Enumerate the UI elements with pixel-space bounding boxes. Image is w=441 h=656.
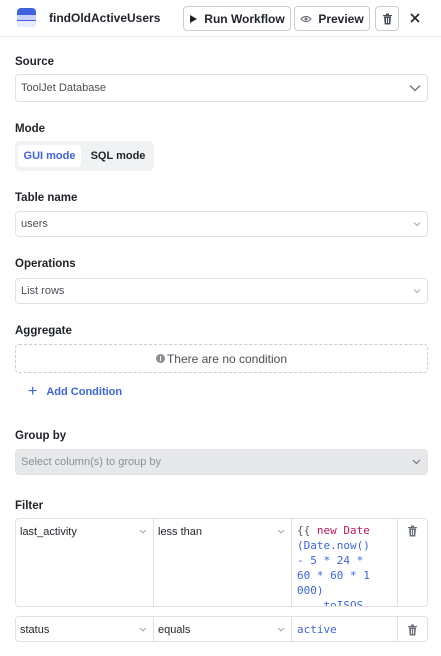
mode-toggle: GUI mode SQL mode bbox=[15, 141, 154, 171]
chevron-down-icon bbox=[412, 459, 421, 465]
trash-icon bbox=[382, 13, 392, 24]
operations-label: Operations bbox=[15, 258, 76, 270]
chevron-down-icon bbox=[409, 85, 421, 92]
delete-query-button[interactable] bbox=[375, 6, 399, 31]
preview-button[interactable]: Preview bbox=[294, 6, 370, 31]
filter-column-select[interactable]: last_activity bbox=[16, 519, 154, 606]
code-line: .toISOS bbox=[297, 599, 364, 606]
operations-value: List rows bbox=[21, 285, 65, 297]
mode-label: Mode bbox=[15, 123, 46, 135]
filter-value-code: {{ new Date (Date.now() - 5 * 24 * 60 * 60 … bbox=[292, 519, 370, 606]
code-line: 000) bbox=[297, 584, 324, 597]
chevron-down-icon bbox=[139, 529, 147, 534]
chevron-down-icon bbox=[277, 529, 285, 534]
query-name[interactable]: findOldActiveUsers bbox=[49, 11, 160, 25]
trash-icon[interactable] bbox=[407, 624, 418, 636]
table-name-select[interactable]: users bbox=[15, 211, 428, 237]
group-by-select[interactable]: Select column(s) to group by bbox=[15, 449, 428, 475]
add-condition-button[interactable]: + Add Condition bbox=[28, 384, 122, 400]
eye-icon bbox=[300, 15, 313, 22]
group-by-placeholder: Select column(s) to group by bbox=[21, 456, 162, 468]
code-line: {{ new Date bbox=[297, 524, 370, 537]
code-line: 60 * 60 * 1 bbox=[297, 569, 370, 582]
tooljet-db-icon bbox=[17, 8, 36, 27]
trash-icon[interactable] bbox=[407, 525, 418, 537]
info-icon bbox=[155, 354, 165, 363]
filter-row: status equals active bbox=[15, 616, 428, 642]
run-workflow-label: Run Workflow bbox=[204, 11, 285, 26]
code-line: - 5 * 24 * bbox=[297, 554, 364, 567]
plus-icon: + bbox=[28, 383, 38, 400]
filter-value-code: active bbox=[297, 623, 337, 636]
query-header: findOldActiveUsers Run Workflow Preview bbox=[0, 0, 441, 37]
filter-column-value: last_activity bbox=[20, 526, 77, 538]
chevron-down-icon bbox=[413, 289, 421, 294]
source-select[interactable]: ToolJet Database bbox=[15, 74, 428, 102]
filter-operator-value: equals bbox=[158, 624, 191, 636]
close-icon[interactable] bbox=[407, 10, 423, 26]
filter-row: last_activity less than {{ new Date (Date… bbox=[15, 518, 428, 607]
filter-operator-select[interactable]: equals bbox=[154, 617, 292, 641]
chevron-down-icon bbox=[413, 222, 421, 227]
table-name-value: users bbox=[21, 218, 48, 230]
operations-select[interactable]: List rows bbox=[15, 278, 428, 304]
chevron-down-icon bbox=[139, 627, 147, 632]
aggregate-label: Aggregate bbox=[15, 325, 72, 337]
aggregate-empty-state: There are no condition bbox=[15, 344, 428, 373]
filter-operator-value: less than bbox=[158, 526, 203, 538]
source-label: Source bbox=[15, 56, 54, 68]
gui-mode-button[interactable]: GUI mode bbox=[18, 145, 81, 167]
preview-label: Preview bbox=[318, 11, 364, 26]
play-icon bbox=[190, 14, 198, 23]
sql-mode-button[interactable]: SQL mode bbox=[85, 145, 151, 167]
source-value: ToolJet Database bbox=[21, 82, 106, 94]
chevron-down-icon bbox=[277, 627, 285, 632]
filter-operator-select[interactable]: less than bbox=[154, 519, 292, 606]
aggregate-empty-text: There are no condition bbox=[166, 351, 288, 366]
group-by-label: Group by bbox=[15, 430, 67, 442]
table-name-label: Table name bbox=[15, 192, 78, 204]
add-condition-label: Add Condition bbox=[46, 386, 123, 398]
run-workflow-button[interactable]: Run Workflow bbox=[183, 6, 291, 31]
filter-label: Filter bbox=[15, 500, 44, 512]
code-line: (Date.now() bbox=[297, 539, 370, 552]
filter-column-select[interactable]: status bbox=[16, 617, 154, 641]
filter-column-value: status bbox=[20, 624, 50, 636]
filter-value-editor[interactable]: {{ new Date (Date.now() - 5 * 24 * 60 * 60 … bbox=[292, 519, 398, 606]
filter-value-editor[interactable]: active bbox=[292, 617, 398, 641]
